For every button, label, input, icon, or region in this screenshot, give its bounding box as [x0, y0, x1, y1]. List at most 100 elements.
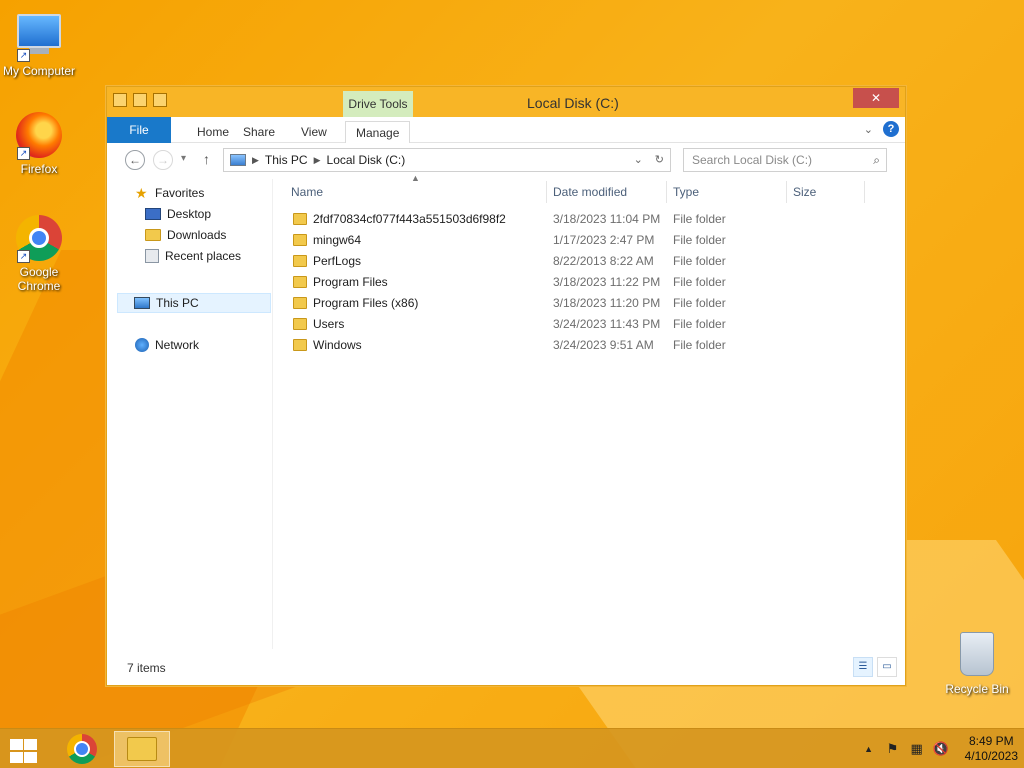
file-date: 1/17/2023 2:47 PM [553, 233, 655, 247]
table-row[interactable]: Users 3/24/2023 11:43 PM File folder [283, 314, 883, 335]
tab-view[interactable]: View [291, 121, 337, 143]
file-name: PerfLogs [313, 254, 362, 268]
table-row[interactable]: Program Files (x86) 3/18/2023 11:20 PM F… [283, 293, 883, 314]
breadcrumb-separator[interactable]: ▶ [252, 155, 259, 166]
file-date: 3/18/2023 11:22 PM [553, 275, 661, 289]
file-date: 3/24/2023 9:51 AM [553, 338, 654, 352]
search-input[interactable]: Search Local Disk (C:) ⌕ [683, 148, 887, 172]
desktop-icon [145, 208, 161, 220]
start-button[interactable] [8, 737, 38, 763]
new-folder-icon[interactable] [153, 93, 167, 107]
firefox-icon: ↗ [15, 112, 63, 160]
address-bar[interactable]: ▶ This PC ▶ Local Disk (C:) ⌄ ↻ [223, 148, 671, 172]
forward-button[interactable]: → [153, 150, 173, 170]
column-header-name[interactable]: Name [285, 181, 547, 203]
taskbar-file-explorer[interactable] [114, 731, 170, 767]
file-type: File folder [673, 296, 726, 310]
network-icon [135, 338, 149, 352]
recent-locations-dropdown[interactable]: ▾ [181, 153, 186, 164]
explorer-window: Drive Tools Local Disk (C:) ✕ File Home … [106, 86, 906, 686]
chevron-down-icon[interactable]: ⌄ [634, 153, 643, 166]
table-row[interactable]: PerfLogs 8/22/2013 8:22 AM File folder [283, 251, 883, 272]
tab-share[interactable]: Share [233, 121, 285, 143]
system-tray: ▲ ⚑ ▦ 🔇 8:49 PM 4/10/2023 [861, 733, 1018, 765]
file-type: File folder [673, 212, 726, 226]
file-type: File folder [673, 275, 726, 289]
properties-icon[interactable] [133, 93, 147, 107]
table-row[interactable]: Windows 3/24/2023 9:51 AM File folder [283, 335, 883, 356]
breadcrumb-local-disk[interactable]: Local Disk (C:) [327, 153, 406, 167]
desktop-icon-recycle-bin[interactable]: Recycle Bin [936, 632, 1018, 696]
details-view-icon[interactable]: ☰ [853, 657, 873, 677]
column-header-date-modified[interactable]: Date modified [547, 181, 667, 203]
desktop-icon-firefox[interactable]: ↗ Firefox [1, 112, 77, 176]
quick-access-toolbar [113, 93, 167, 107]
file-date: 3/18/2023 11:20 PM [553, 296, 661, 310]
recent-places-icon [145, 249, 159, 263]
address-bar-controls: ⌄ ↻ [634, 153, 664, 166]
table-row[interactable]: 2fdf70834cf077f443a551503d6f98f2 3/18/20… [283, 209, 883, 230]
title-bar[interactable]: Drive Tools Local Disk (C:) ✕ [107, 87, 905, 117]
clock[interactable]: 8:49 PM 4/10/2023 [965, 734, 1018, 764]
folder-icon [293, 255, 307, 267]
shortcut-arrow-icon: ↗ [17, 147, 30, 160]
nav-item-favorites[interactable]: ★ Favorites [135, 183, 204, 203]
desktop-icon-label: My Computer [2, 64, 76, 78]
file-name: Program Files (x86) [313, 296, 419, 310]
folder-icon [293, 276, 307, 288]
up-button[interactable]: ↑ [203, 151, 210, 167]
file-explorer-icon [127, 737, 157, 761]
file-name: Program Files [313, 275, 388, 289]
flag-icon[interactable]: ⚑ [885, 741, 901, 757]
desktop-icon-my-computer[interactable]: ↗ My Computer [1, 10, 77, 78]
address-row: ← → ▾ ↑ ▶ This PC ▶ Local Disk (C:) ⌄ ↻ … [107, 145, 905, 175]
column-header-size[interactable]: Size [787, 181, 865, 203]
ribbon-right-controls: ⌄ ? [864, 121, 899, 137]
taskbar: ▲ ⚑ ▦ 🔇 8:49 PM 4/10/2023 [0, 728, 1024, 768]
show-hidden-icons-icon[interactable]: ▲ [861, 741, 877, 757]
network-icon[interactable]: ▦ [909, 741, 925, 757]
file-type: File folder [673, 233, 726, 247]
column-header-type[interactable]: Type [667, 181, 787, 203]
file-type: File folder [673, 317, 726, 331]
desktop-icon-label: Recycle Bin [945, 682, 1009, 696]
volume-muted-icon[interactable]: 🔇 [933, 741, 949, 757]
close-button[interactable]: ✕ [853, 88, 899, 108]
breadcrumb-separator[interactable]: ▶ [314, 155, 321, 166]
file-name: 2fdf70834cf077f443a551503d6f98f2 [313, 212, 506, 226]
refresh-icon[interactable]: ↻ [655, 153, 664, 166]
back-button[interactable]: ← [125, 150, 145, 170]
nav-item-network[interactable]: Network [135, 335, 199, 355]
search-placeholder: Search Local Disk (C:) [692, 153, 813, 167]
arrow-left-icon: ← [129, 153, 141, 167]
search-icon[interactable]: ⌕ [873, 153, 880, 168]
recycle-bin-icon [953, 632, 1001, 680]
help-icon[interactable]: ? [883, 121, 899, 137]
nav-item-this-pc[interactable]: This PC [117, 293, 271, 313]
folder-icon[interactable] [113, 93, 127, 107]
nav-item-label: Favorites [155, 186, 205, 200]
nav-item-recent-places[interactable]: Recent places [145, 246, 241, 266]
taskbar-chrome[interactable] [54, 731, 110, 767]
file-type: File folder [673, 254, 726, 268]
table-row[interactable]: Program Files 3/18/2023 11:22 PM File fo… [283, 272, 883, 293]
desktop-icon-google-chrome[interactable]: ↗ Google Chrome [1, 215, 77, 293]
nav-item-label: Downloads [167, 228, 227, 242]
breadcrumb-this-pc[interactable]: This PC [265, 153, 308, 167]
nav-item-label: Network [155, 338, 200, 352]
nav-item-desktop[interactable]: Desktop [145, 204, 211, 224]
tab-manage[interactable]: Manage [345, 121, 411, 143]
window-controls: ✕ [853, 88, 899, 108]
nav-item-downloads[interactable]: Downloads [145, 225, 226, 245]
table-row[interactable]: mingw64 1/17/2023 2:47 PM File folder [283, 230, 883, 251]
clock-date: 4/10/2023 [964, 749, 1018, 763]
tab-file[interactable]: File [107, 117, 171, 143]
nav-item-label: This PC [156, 296, 199, 310]
folder-icon [293, 213, 307, 225]
ribbon-tabs: File Home Share View Manage ⌄ ? [107, 117, 905, 143]
drive-tools-tab-group: Drive Tools [343, 91, 413, 117]
large-icons-view-icon[interactable]: ▭ [877, 657, 897, 677]
arrow-right-icon: → [157, 153, 169, 167]
tab-home[interactable]: Home [187, 121, 239, 143]
chevron-down-icon[interactable]: ⌄ [864, 123, 873, 136]
